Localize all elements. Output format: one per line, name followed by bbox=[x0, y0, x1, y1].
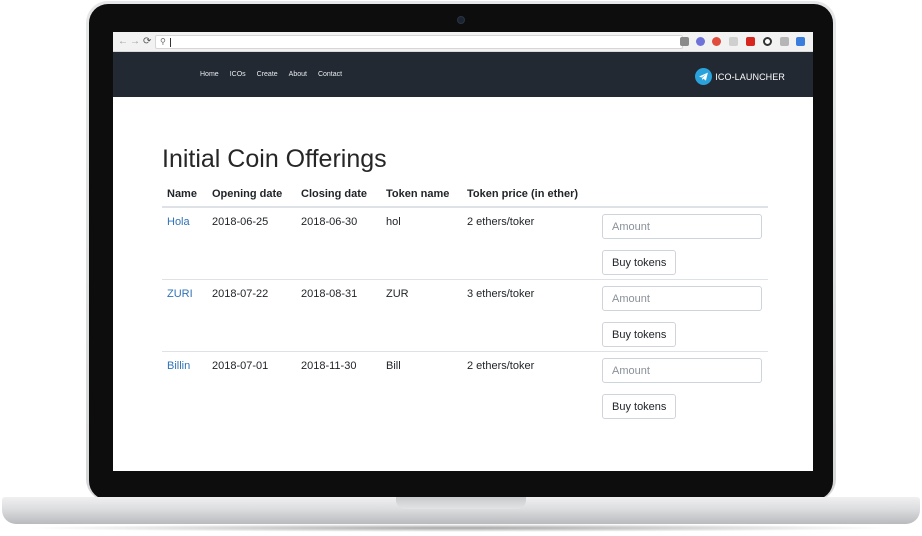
buy-tokens-button[interactable]: Buy tokens bbox=[602, 250, 677, 275]
nav-contact[interactable]: Contact bbox=[318, 71, 342, 78]
opening-date: 2018-07-22 bbox=[212, 288, 269, 300]
google-icon[interactable] bbox=[763, 37, 772, 46]
column-header-name: Name bbox=[167, 188, 197, 200]
brand-logo[interactable]: ICO-LAUNCHER bbox=[695, 68, 785, 85]
ico-name-link[interactable]: ZURI bbox=[167, 288, 193, 300]
ico-name-link[interactable]: Billin bbox=[167, 360, 190, 372]
telegram-plane-icon bbox=[695, 68, 713, 85]
nav-links: Home ICOs Create About Contact bbox=[200, 52, 342, 97]
screen: ← → ⟳ ⚲ Home ICOs Create About Contact I… bbox=[113, 32, 813, 471]
brand-name: ICO-LAUNCHER bbox=[715, 71, 785, 82]
closing-date: 2018-06-30 bbox=[301, 216, 358, 228]
extension-shield-icon[interactable] bbox=[796, 37, 805, 46]
search-icon: ⚲ bbox=[160, 37, 166, 46]
amount-input[interactable] bbox=[602, 286, 762, 311]
extension-red-icon[interactable] bbox=[712, 37, 721, 46]
column-header-closing-date: Closing date bbox=[301, 188, 368, 200]
amount-input[interactable] bbox=[602, 358, 762, 383]
nav-about[interactable]: About bbox=[289, 71, 307, 78]
token-price: 2 ethers/toker bbox=[467, 216, 535, 228]
extension-blue-icon[interactable] bbox=[696, 37, 705, 46]
table-header: Name Opening date Closing date Token nam… bbox=[162, 182, 768, 208]
ico-name-link[interactable]: Hola bbox=[167, 216, 190, 228]
table-row: Hola 2018-06-25 2018-06-30 hol 2 ethers/… bbox=[162, 208, 768, 280]
nav-home[interactable]: Home bbox=[200, 71, 219, 78]
column-header-token-price: Token price (in ether) bbox=[467, 188, 579, 200]
token-name: Bill bbox=[386, 360, 401, 372]
nav-icos[interactable]: ICOs bbox=[230, 71, 246, 78]
nav-create[interactable]: Create bbox=[257, 71, 278, 78]
reload-icon[interactable]: ⟳ bbox=[143, 35, 151, 49]
table-row: Billin 2018-07-01 2018-11-30 Bill 2 ethe… bbox=[162, 352, 768, 424]
back-arrow-icon[interactable]: ← bbox=[118, 35, 128, 49]
token-price: 3 ethers/toker bbox=[467, 288, 535, 300]
text-caret bbox=[170, 38, 171, 47]
closing-date: 2018-11-30 bbox=[301, 360, 357, 372]
ico-table: Name Opening date Closing date Token nam… bbox=[162, 182, 768, 424]
column-header-token-name: Token name bbox=[386, 188, 450, 200]
extension-box-icon[interactable] bbox=[780, 37, 789, 46]
opening-date: 2018-07-01 bbox=[212, 360, 269, 372]
translate-icon[interactable] bbox=[680, 37, 689, 46]
browser-toolbar: ← → ⟳ ⚲ bbox=[113, 32, 813, 52]
token-price: 2 ethers/toker bbox=[467, 360, 535, 372]
webcam bbox=[457, 16, 465, 24]
forward-arrow-icon[interactable]: → bbox=[130, 35, 140, 49]
buy-tokens-button[interactable]: Buy tokens bbox=[602, 394, 677, 419]
opening-date: 2018-06-25 bbox=[212, 216, 269, 228]
laptop-shadow bbox=[24, 524, 898, 532]
laptop-notch bbox=[396, 497, 526, 509]
token-name: hol bbox=[386, 216, 401, 228]
extension-red-square-icon[interactable] bbox=[746, 37, 755, 46]
token-name: ZUR bbox=[386, 288, 409, 300]
page-title: Initial Coin Offerings bbox=[162, 145, 387, 173]
extension-grey-icon[interactable] bbox=[729, 37, 738, 46]
closing-date: 2018-08-31 bbox=[301, 288, 358, 300]
column-header-opening-date: Opening date bbox=[212, 188, 283, 200]
address-bar[interactable]: ⚲ bbox=[155, 35, 683, 49]
table-row: ZURI 2018-07-22 2018-08-31 ZUR 3 ethers/… bbox=[162, 280, 768, 352]
buy-tokens-button[interactable]: Buy tokens bbox=[602, 322, 677, 347]
amount-input[interactable] bbox=[602, 214, 762, 239]
site-navbar: Home ICOs Create About Contact ICO-LAUNC… bbox=[113, 52, 813, 97]
